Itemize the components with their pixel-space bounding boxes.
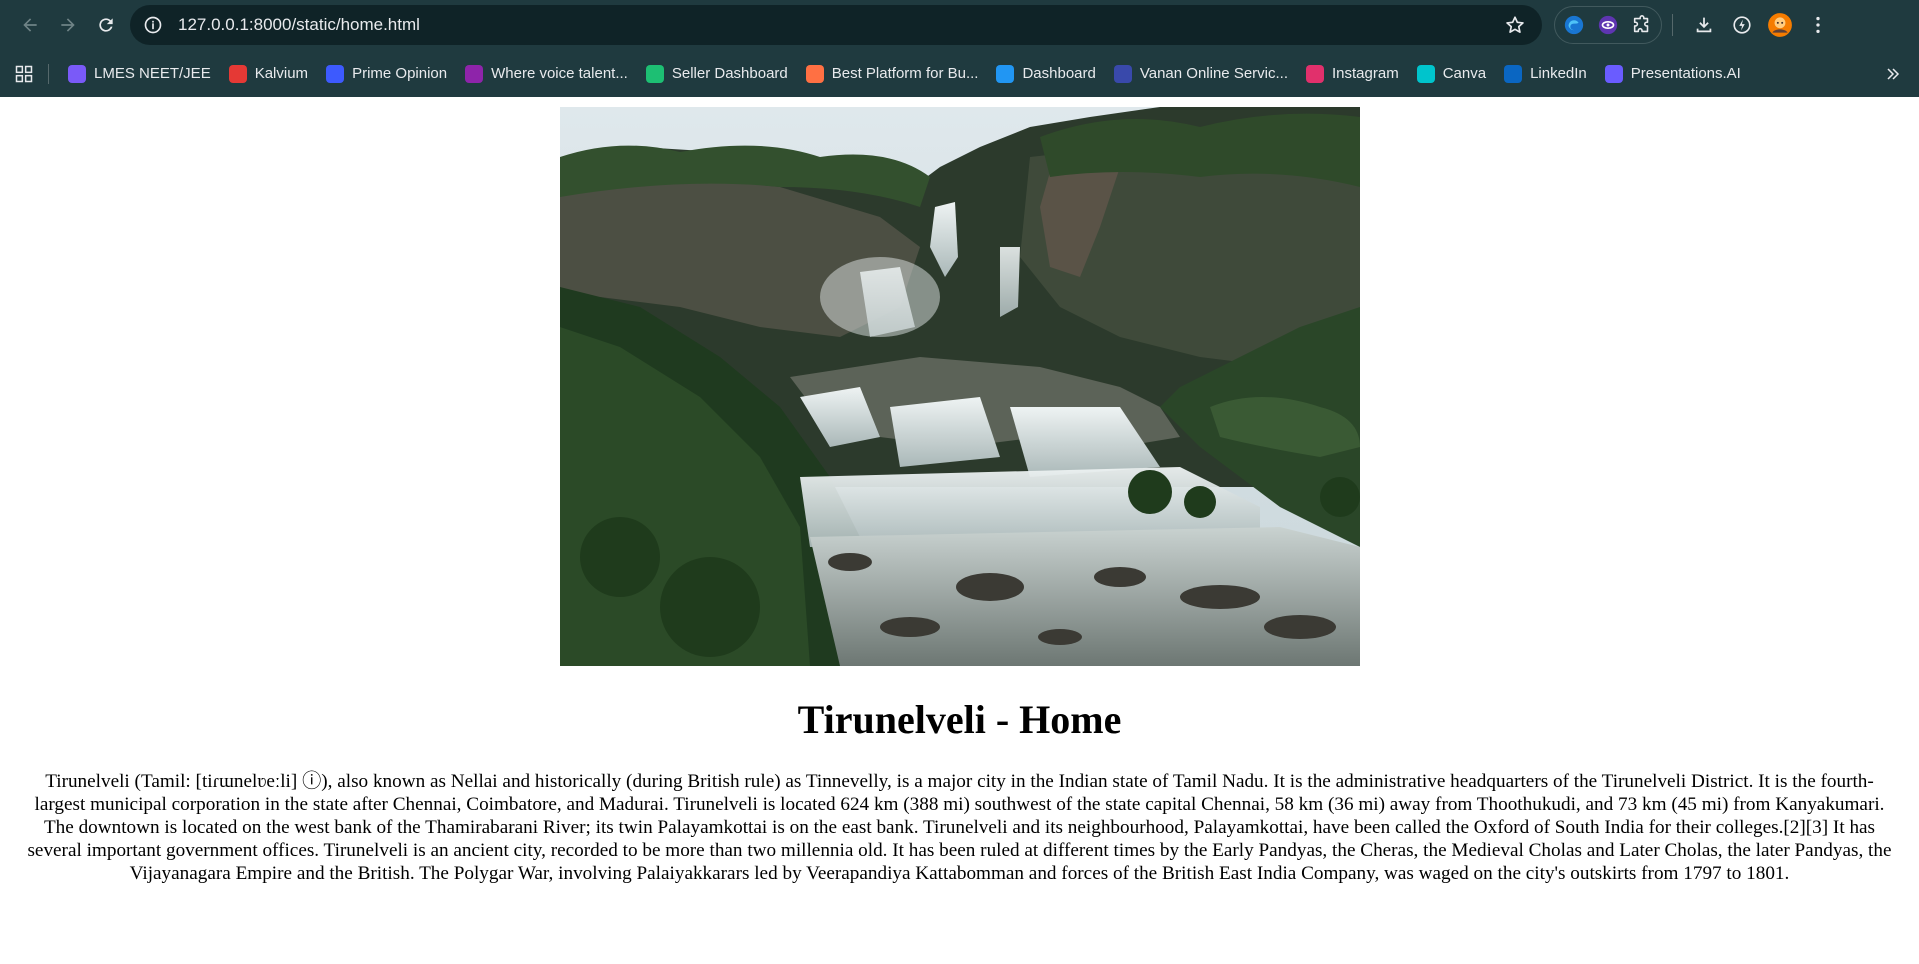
- more-bookmarks-chevron-icon[interactable]: [1877, 58, 1909, 90]
- bookmark-label: Where voice talent...: [491, 65, 628, 82]
- bookmark-item[interactable]: Dashboard: [987, 58, 1104, 90]
- bookmark-item[interactable]: LMES NEET/JEE: [59, 58, 220, 90]
- downloads-icon[interactable]: [1687, 8, 1721, 42]
- browser-toolbar: 127.0.0.1:8000/static/home.html: [0, 0, 1919, 50]
- profile-avatar-icon[interactable]: [1763, 8, 1797, 42]
- performance-icon[interactable]: [1725, 8, 1759, 42]
- page-title: Tirunelveli - Home: [797, 697, 1122, 742]
- prime-opinion-icon: [326, 64, 345, 83]
- page-content: Tirunelveli - Home Tirunelveli (Tamil: […: [0, 97, 1919, 964]
- linkedin-icon: [1504, 64, 1523, 83]
- waterfall-image: [560, 107, 1360, 666]
- back-button[interactable]: [12, 7, 48, 43]
- bookmark-item[interactable]: Instagram: [1297, 58, 1408, 90]
- bookmark-label: Vanan Online Servic...: [1139, 65, 1288, 82]
- bookmark-label: Seller Dashboard: [671, 65, 788, 82]
- bookmark-label: Best Platform for Bu...: [831, 65, 979, 82]
- browser-menu-icon[interactable]: [1801, 8, 1835, 42]
- reload-button[interactable]: [88, 7, 124, 43]
- bookmark-item[interactable]: Seller Dashboard: [637, 58, 797, 90]
- instagram-icon: [1306, 64, 1324, 83]
- fiverr-icon: [645, 64, 664, 83]
- bookmark-item[interactable]: Prime Opinion: [317, 58, 456, 90]
- reload-icon: [99, 18, 113, 32]
- toolbar-divider: [1672, 14, 1673, 36]
- bookmark-list: LMES NEET/JEE Kalvium Prime Opinion Where v…: [59, 58, 1750, 90]
- bookmark-label: Presentations.AI: [1630, 65, 1741, 82]
- intro-paragraph: Tirunelveli (Tamil: [tiɾɯnelʋeːli] ⓘ), a…: [27, 771, 1892, 884]
- bookmark-label: Instagram: [1332, 65, 1399, 82]
- vanan-icon: [1113, 64, 1132, 83]
- canva-icon: [1416, 64, 1435, 83]
- bookmark-label: LMES NEET/JEE: [94, 65, 211, 82]
- bookmark-label: Prime Opinion: [352, 65, 448, 82]
- bookmark-item[interactable]: Where voice talent...: [456, 58, 637, 90]
- platform-icon: [805, 64, 824, 83]
- bookmark-label: Dashboard: [1022, 65, 1096, 82]
- kalvium-icon: [228, 64, 247, 83]
- bookmarks-bar: LMES NEET/JEE Kalvium Prime Opinion Where v…: [0, 50, 1919, 97]
- vision-extension-icon[interactable]: [1595, 12, 1621, 38]
- forward-arrow-icon: [61, 18, 75, 32]
- site-info-icon[interactable]: [140, 12, 166, 38]
- extensions-puzzle-icon[interactable]: [1629, 12, 1655, 38]
- lmes-icon: [68, 64, 86, 83]
- bookmarks-separator: [48, 63, 49, 84]
- address-bar[interactable]: 127.0.0.1:8000/static/home.html: [130, 5, 1542, 45]
- presentations-ai-icon: [1604, 64, 1623, 83]
- browser-chrome: 127.0.0.1:8000/static/home.html LMES NEE…: [0, 0, 1919, 97]
- voices-icon: [465, 64, 484, 83]
- bookmark-item[interactable]: Best Platform for Bu...: [797, 58, 988, 90]
- url-text[interactable]: 127.0.0.1:8000/static/home.html: [178, 15, 1502, 35]
- bookmark-item[interactable]: Canva: [1408, 58, 1495, 90]
- forward-button[interactable]: [50, 7, 86, 43]
- bookmark-label: LinkedIn: [1530, 65, 1587, 82]
- extensions-group: [1554, 6, 1662, 44]
- edge-extension-icon[interactable]: [1561, 12, 1587, 38]
- bookmark-label: Kalvium: [254, 65, 309, 82]
- bookmark-star-icon[interactable]: [1502, 12, 1528, 38]
- dashboard-icon: [996, 64, 1015, 83]
- bookmark-item[interactable]: Vanan Online Servic...: [1105, 58, 1297, 90]
- bookmark-label: Canva: [1442, 65, 1487, 82]
- bookmark-item[interactable]: Presentations.AI: [1596, 58, 1750, 90]
- bookmark-item[interactable]: Kalvium: [220, 58, 317, 90]
- back-arrow-icon: [23, 18, 37, 32]
- bookmark-item[interactable]: LinkedIn: [1495, 58, 1596, 90]
- apps-grid-icon[interactable]: [12, 62, 36, 86]
